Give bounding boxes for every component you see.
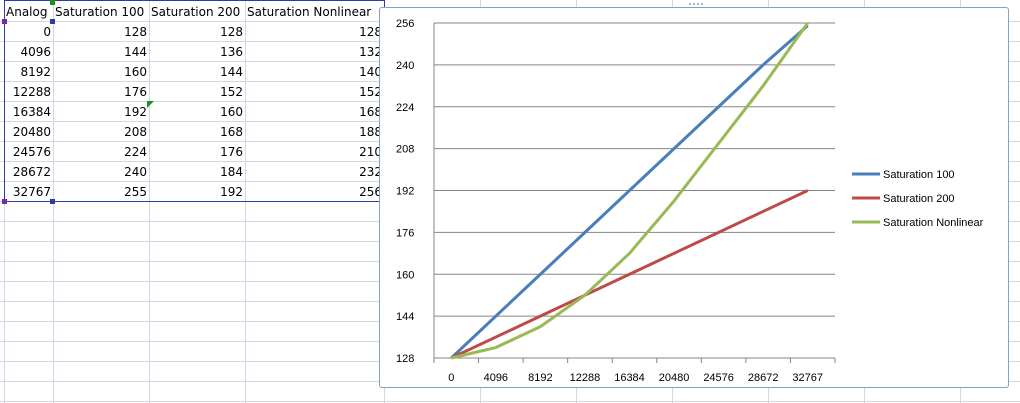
y-tick-label: 160 [396,269,414,281]
y-tick-label: 176 [396,227,414,239]
series-line-1[interactable] [450,24,809,360]
range-handle[interactable] [2,199,7,204]
x-tick-label: 32767 [792,372,823,384]
y-tick-label: 224 [396,102,414,114]
range-handle[interactable] [50,19,55,24]
x-tick-label: 20480 [659,372,690,384]
x-tick-label: 8192 [528,372,552,384]
x-tick-label: 16384 [614,372,645,384]
x-tick-label: 0 [448,372,454,384]
y-tick-label: 144 [396,311,414,323]
line-chart[interactable]: 128 144 160 176 192 208 224 240 256 0 4096 8192 1228… [379,7,1009,388]
legend-label: Saturation Nonlinear [883,217,984,229]
y-tick-label: 256 [396,18,414,30]
y-tick-label: 240 [396,60,414,72]
y-tick-label: 192 [396,186,414,198]
chart-svg: 128 144 160 176 192 208 224 240 256 0 4096 8192 1228… [396,18,984,384]
chart-data-range-outline [4,0,385,202]
range-handle[interactable] [2,19,7,24]
range-handle[interactable] [50,0,55,5]
x-tick-label: 24576 [703,372,734,384]
legend-label: Saturation 200 [883,193,955,205]
row-gridline [0,401,1020,402]
range-handle[interactable] [50,199,55,204]
x-tick-label: 28672 [748,372,779,384]
resize-handle-icon[interactable] [688,2,708,6]
y-tick-label: 208 [396,144,414,156]
x-tick-label: 12288 [570,372,601,384]
comment-indicator-icon [147,101,154,108]
legend-label: Saturation 100 [883,169,955,181]
x-tick-label: 4096 [484,372,508,384]
y-tick-label: 128 [396,353,414,365]
